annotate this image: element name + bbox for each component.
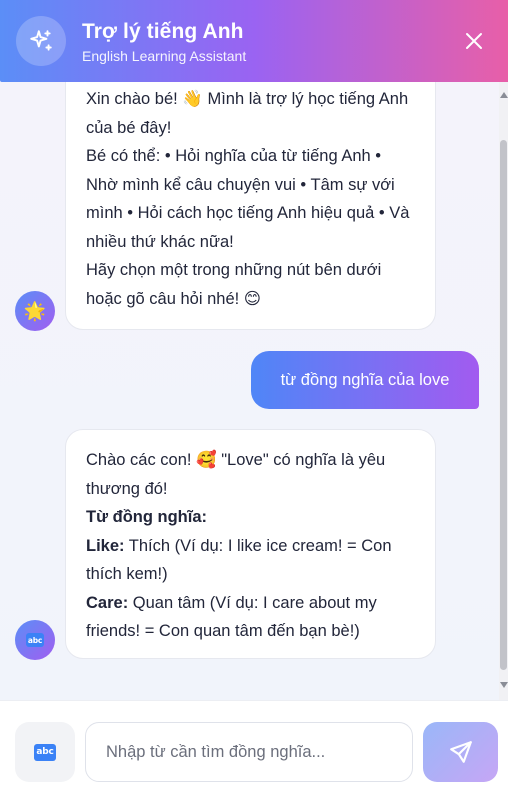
close-icon — [466, 33, 482, 49]
scroll-thumb[interactable] — [500, 140, 507, 670]
message-text: Hãy chọn một trong những nút bên dưới ho… — [86, 261, 382, 308]
message-list[interactable]: Xin chào bé! 👋 Mình là trợ lý học tiếng … — [0, 82, 508, 700]
scrollbar[interactable] — [499, 82, 508, 700]
message-text: Chào các con! 🥰 "Love" có nghĩa là yêu t… — [86, 451, 386, 498]
sparkles-icon — [30, 30, 52, 51]
bot-message-welcome: Xin chào bé! 👋 Mình là trợ lý học tiếng … — [65, 82, 436, 330]
bot-message-synonyms: Chào các con! 🥰 "Love" có nghĩa là yêu t… — [65, 429, 436, 659]
bot-avatar: 🌟 — [15, 291, 55, 331]
bot-avatar: abc — [15, 620, 55, 660]
scroll-up-arrow-icon[interactable] — [500, 92, 508, 98]
header-text: Trợ lý tiếng Anh English Learning Assist… — [82, 19, 456, 64]
header-subtitle: English Learning Assistant — [82, 47, 247, 64]
synonym-mode-button[interactable]: abc — [15, 722, 75, 782]
send-button[interactable] — [423, 722, 498, 782]
synonyms-heading: Từ đồng nghĩa: — [86, 508, 208, 526]
scroll-down-arrow-icon[interactable] — [500, 682, 508, 688]
synonym-text: Thích (Ví dụ: I like ice cream! = Con th… — [86, 536, 392, 584]
user-message: từ đồng nghĩa của love — [251, 351, 479, 409]
synonym-text: Quan tâm (Ví dụ: I care about my friends… — [86, 593, 377, 641]
message-text: Bé có thể: • Hỏi nghĩa của từ tiếng Anh … — [86, 147, 410, 251]
message-input[interactable] — [85, 722, 413, 782]
synonym-label: Care: — [86, 593, 129, 612]
chat-header: Trợ lý tiếng Anh English Learning Assist… — [0, 0, 508, 82]
close-button[interactable] — [456, 23, 492, 59]
assistant-avatar — [16, 16, 66, 66]
input-bar: abc — [0, 700, 508, 792]
message-text: Xin chào bé! 👋 Mình là trợ lý học tiếng … — [86, 90, 409, 137]
star-icon: 🌟 — [23, 300, 47, 321]
abc-icon: abc — [26, 633, 44, 647]
send-icon — [449, 741, 472, 763]
abc-icon: abc — [34, 743, 56, 761]
header-title: Trợ lý tiếng Anh — [82, 19, 244, 43]
synonym-label: Like: — [86, 536, 125, 555]
message-text: từ đồng nghĩa của love — [280, 370, 450, 389]
